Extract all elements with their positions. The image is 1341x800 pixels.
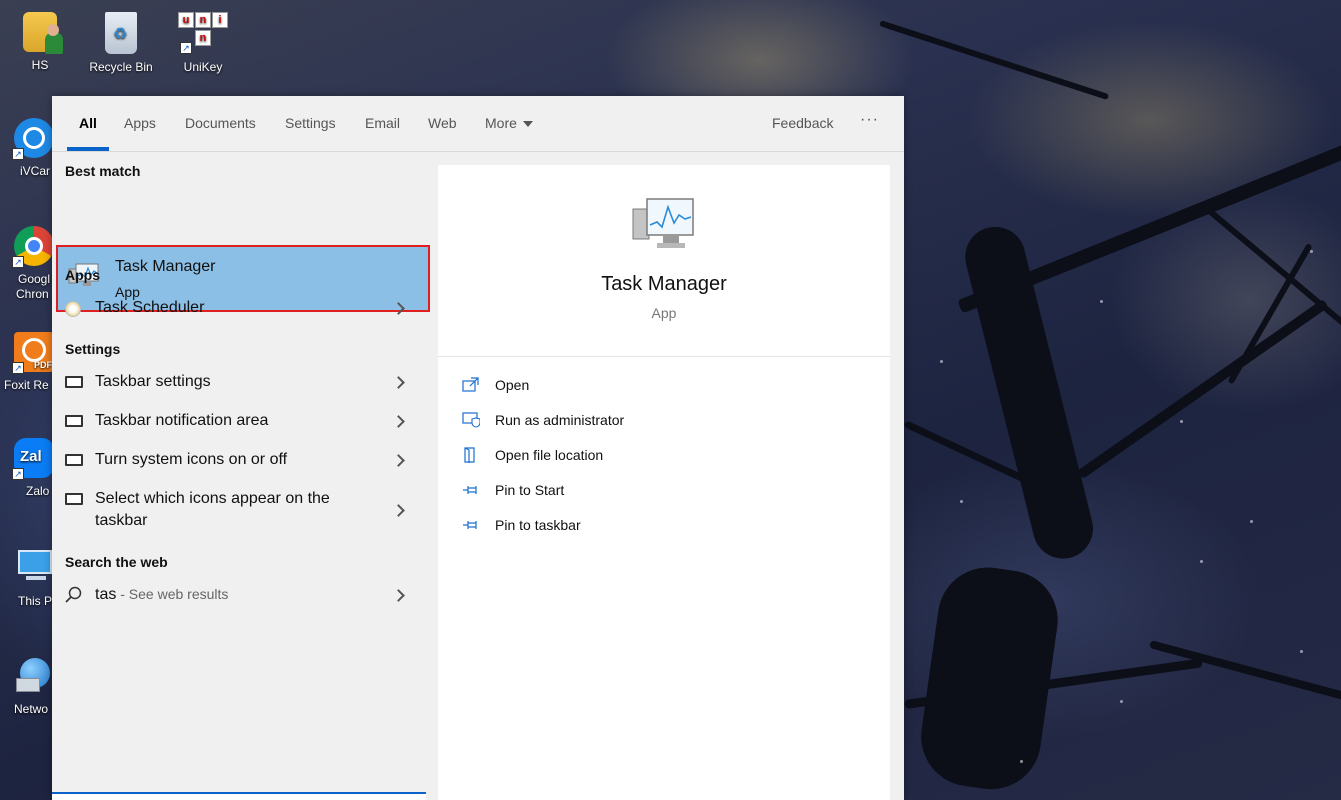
search-input[interactable] [52, 792, 426, 800]
foxit-icon: PDF ↗ [12, 332, 54, 374]
more-options-button[interactable]: ··· [860, 111, 879, 129]
best-match-type: App [115, 284, 140, 300]
chevron-right-icon [392, 376, 405, 389]
network-icon [14, 656, 54, 696]
search-tabs: All Apps Documents Settings Email Web Mo… [52, 96, 904, 152]
best-match-name: Task Manager [115, 258, 216, 275]
unikey-icon: u n i n ↗ [178, 12, 228, 56]
chrome-icon: ↗ [12, 226, 54, 268]
notification-area-icon [65, 415, 83, 427]
tab-web[interactable]: Web [428, 115, 457, 131]
desktop-icon-chrome[interactable]: ↗ Googl Chron [0, 226, 54, 302]
zalo-icon: Zal ↗ [12, 438, 54, 480]
web-search-text: tas - See web results [95, 586, 229, 603]
result-taskbar-settings[interactable]: Taskbar settings [52, 373, 425, 401]
apps-header: Apps [65, 267, 100, 283]
chevron-right-icon [392, 504, 405, 517]
preview-title: Task Manager [601, 273, 727, 295]
user-folder-icon [23, 12, 63, 54]
tab-email[interactable]: Email [365, 115, 400, 131]
divider [438, 356, 890, 357]
system-icons-icon [65, 454, 83, 466]
search-web-header: Search the web [65, 554, 168, 570]
select-icons-icon [65, 493, 83, 505]
best-match-header: Best match [65, 163, 141, 179]
preview-pane: Task Manager App Open Run as administrat… [438, 165, 890, 800]
desktop-icon-network[interactable]: Netwo [0, 656, 52, 717]
active-tab-indicator [67, 147, 109, 151]
desktop-icon-this-pc[interactable]: This P [0, 548, 52, 609]
this-pc-icon [14, 548, 54, 588]
tab-more-label: More [485, 115, 517, 131]
tab-settings[interactable]: Settings [285, 115, 336, 131]
task-manager-large-icon [631, 195, 697, 251]
chevron-right-icon [392, 454, 405, 467]
tab-more[interactable]: More [485, 115, 533, 131]
pin-icon [462, 517, 480, 533]
file-location-icon [462, 447, 480, 463]
open-icon [462, 377, 480, 393]
ivcam-icon: ↗ [12, 118, 54, 160]
tab-documents[interactable]: Documents [185, 115, 256, 131]
result-select-taskbar-icons[interactable]: Select which icons appear on the taskbar [52, 490, 425, 536]
desktop-icon-hs[interactable]: HS [5, 12, 75, 73]
desktop-icon-ivcam[interactable]: ↗ iVCar [0, 118, 54, 179]
desktop-icon-foxit[interactable]: PDF ↗ Foxit Re [0, 332, 54, 393]
result-turn-system-icons[interactable]: Turn system icons on or off [52, 451, 425, 479]
results-list: Best match Task Manager App Apps Task Sc… [52, 153, 430, 800]
shield-icon [462, 412, 481, 428]
settings-header: Settings [65, 341, 121, 357]
desktop-icon-zalo[interactable]: Zal ↗ Zalo [0, 438, 54, 499]
chevron-down-icon [522, 121, 533, 128]
search-icon [65, 586, 83, 604]
chevron-right-icon [392, 302, 405, 315]
chevron-right-icon [392, 589, 405, 602]
result-taskbar-notification-area[interactable]: Taskbar notification area [52, 412, 425, 440]
result-web-search[interactable]: tas - See web results [52, 586, 425, 614]
recycle-bin-icon: ♻ [105, 12, 137, 54]
chevron-right-icon [392, 415, 405, 428]
pin-icon [462, 482, 480, 498]
search-panel: All Apps Documents Settings Email Web Mo… [52, 96, 904, 800]
task-scheduler-icon [65, 301, 81, 317]
taskbar-settings-icon [65, 376, 83, 388]
feedback-button[interactable]: Feedback [772, 115, 833, 131]
tab-all[interactable]: All [79, 115, 97, 131]
desktop-icon-recycle-bin[interactable]: ♻ Recycle Bin [86, 12, 156, 75]
preview-subtitle: App [651, 305, 677, 321]
desktop-icon-unikey[interactable]: u n i n ↗ UniKey [168, 12, 238, 75]
tab-apps[interactable]: Apps [124, 115, 156, 131]
result-task-scheduler[interactable]: Task Scheduler [52, 299, 425, 327]
